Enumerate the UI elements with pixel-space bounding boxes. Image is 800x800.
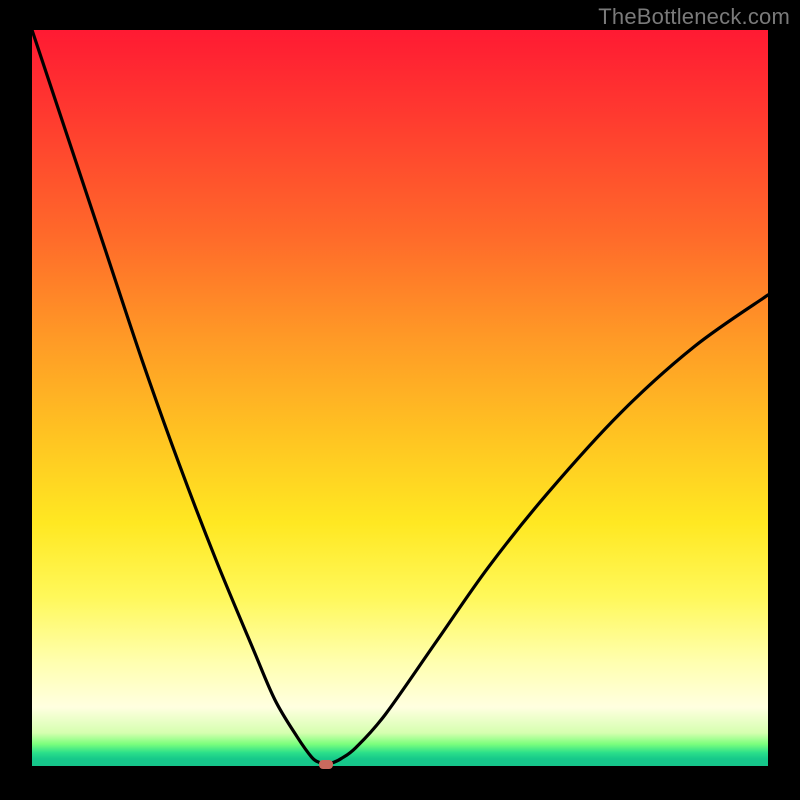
plot-area (32, 30, 768, 766)
watermark-text: TheBottleneck.com (598, 4, 790, 30)
minimum-marker (319, 760, 333, 769)
curve-path (32, 30, 768, 764)
chart-frame: TheBottleneck.com (0, 0, 800, 800)
bottleneck-curve (32, 30, 768, 766)
